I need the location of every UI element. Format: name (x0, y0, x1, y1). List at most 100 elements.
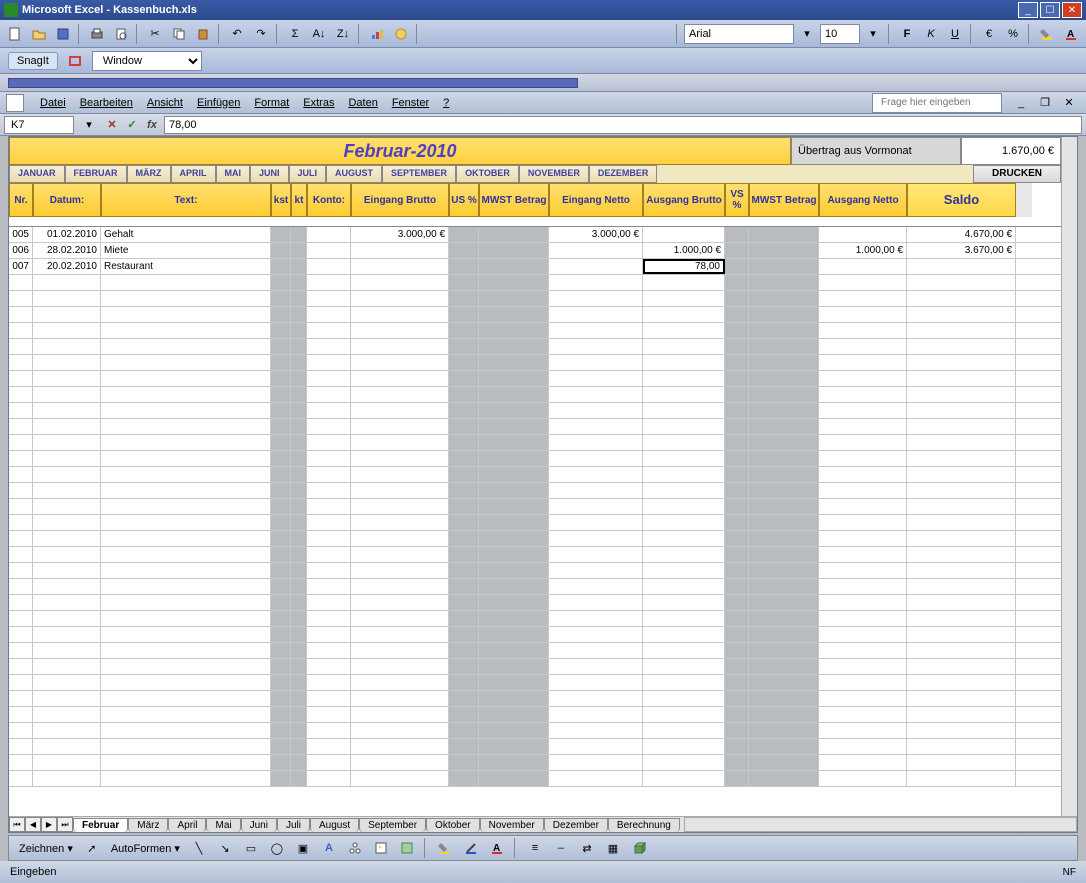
doc-restore-button[interactable]: ❐ (1034, 92, 1056, 114)
cell[interactable] (271, 627, 291, 642)
copy-icon[interactable] (168, 23, 190, 45)
cell[interactable] (749, 691, 819, 706)
sheet-nav-first[interactable]: ⏮ (9, 817, 25, 832)
month-tab-oktober[interactable]: OKTOBER (456, 165, 519, 183)
cell[interactable] (643, 435, 725, 450)
cell[interactable] (907, 771, 1016, 786)
cell[interactable] (33, 755, 101, 770)
cell[interactable] (33, 643, 101, 658)
cell[interactable] (101, 723, 271, 738)
cell[interactable] (307, 563, 351, 578)
cell[interactable] (9, 275, 33, 290)
cell[interactable] (749, 483, 819, 498)
cell[interactable] (351, 259, 449, 274)
cell[interactable] (271, 259, 291, 274)
cell[interactable] (549, 515, 643, 530)
cell[interactable] (101, 467, 271, 482)
cell[interactable] (725, 371, 749, 386)
cell[interactable] (749, 307, 819, 322)
cell[interactable] (291, 691, 307, 706)
cell[interactable] (725, 755, 749, 770)
new-icon[interactable] (4, 23, 26, 45)
cell[interactable] (549, 547, 643, 562)
cell[interactable] (819, 611, 907, 626)
undo-icon[interactable]: ↶ (226, 23, 248, 45)
cell[interactable] (725, 403, 749, 418)
cell[interactable] (33, 339, 101, 354)
table-row[interactable] (9, 771, 1061, 787)
cell[interactable] (271, 291, 291, 306)
cell[interactable] (819, 691, 907, 706)
cell[interactable] (101, 707, 271, 722)
cell[interactable] (9, 403, 33, 418)
cell[interactable] (101, 755, 271, 770)
cell[interactable] (907, 435, 1016, 450)
table-row[interactable] (9, 291, 1061, 307)
cell[interactable] (33, 771, 101, 786)
cell[interactable] (271, 739, 291, 754)
cell[interactable] (307, 531, 351, 546)
cell[interactable] (479, 611, 549, 626)
name-dropdown-icon[interactable]: ▾ (78, 114, 100, 136)
cell[interactable] (307, 243, 351, 258)
cell[interactable] (643, 643, 725, 658)
cell[interactable] (101, 275, 271, 290)
cell[interactable] (725, 307, 749, 322)
cell[interactable] (749, 611, 819, 626)
cell[interactable] (749, 499, 819, 514)
cell[interactable] (271, 707, 291, 722)
cell[interactable] (549, 467, 643, 482)
cell[interactable] (271, 275, 291, 290)
table-row[interactable] (9, 643, 1061, 659)
cell[interactable] (749, 323, 819, 338)
cell[interactable] (549, 387, 643, 402)
cell[interactable] (643, 595, 725, 610)
ruler-bar[interactable] (8, 78, 578, 88)
cell[interactable] (101, 323, 271, 338)
cell[interactable] (819, 467, 907, 482)
table-row[interactable] (9, 275, 1061, 291)
cell[interactable] (749, 451, 819, 466)
cell[interactable] (291, 355, 307, 370)
cell[interactable] (749, 531, 819, 546)
minimize-button[interactable]: _ (1018, 2, 1038, 18)
cell[interactable] (9, 307, 33, 322)
table-row[interactable] (9, 307, 1061, 323)
cell[interactable] (907, 739, 1016, 754)
cell[interactable] (725, 227, 749, 242)
table-row[interactable] (9, 355, 1061, 371)
cell[interactable] (351, 243, 449, 258)
cell[interactable] (291, 739, 307, 754)
cell[interactable] (643, 451, 725, 466)
table-row[interactable] (9, 675, 1061, 691)
cell[interactable] (819, 275, 907, 290)
cell[interactable] (351, 323, 449, 338)
cell[interactable] (271, 723, 291, 738)
cell[interactable] (33, 739, 101, 754)
cell[interactable] (907, 355, 1016, 370)
cell[interactable] (271, 515, 291, 530)
cell[interactable] (271, 563, 291, 578)
table-row[interactable] (9, 579, 1061, 595)
cell[interactable] (643, 275, 725, 290)
month-tab-mai[interactable]: MAI (216, 165, 251, 183)
arrow-icon[interactable]: ↘ (214, 837, 236, 859)
table-row[interactable] (9, 547, 1061, 563)
cell[interactable] (643, 307, 725, 322)
sheet-tab[interactable]: Februar (73, 818, 128, 832)
cell[interactable] (749, 291, 819, 306)
cell[interactable] (351, 435, 449, 450)
cell[interactable] (907, 547, 1016, 562)
cell[interactable] (907, 499, 1016, 514)
cell[interactable] (907, 531, 1016, 546)
cell[interactable]: 78,00 (643, 259, 725, 274)
clipart-icon[interactable] (370, 837, 392, 859)
cell[interactable] (291, 403, 307, 418)
cell[interactable] (449, 595, 479, 610)
sheet-tab[interactable]: Berechnung (608, 818, 680, 832)
cell[interactable] (643, 515, 725, 530)
cell[interactable] (351, 739, 449, 754)
cell[interactable] (643, 691, 725, 706)
cell[interactable] (725, 243, 749, 258)
cell[interactable]: 3.670,00 € (907, 243, 1016, 258)
